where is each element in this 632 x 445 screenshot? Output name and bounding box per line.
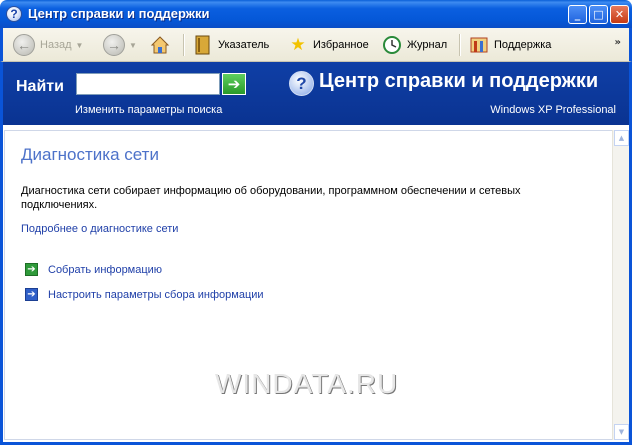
index-label: Указатель	[218, 39, 270, 51]
support-button[interactable]: Поддержка	[468, 31, 551, 59]
edition-label: Windows XP Professional	[490, 104, 616, 116]
back-arrow-icon: ←	[13, 34, 35, 56]
blue-arrow-icon: ➔	[25, 288, 38, 301]
toolbar-separator	[459, 34, 461, 56]
window-title: Центр справки и поддержки	[28, 6, 210, 21]
home-icon	[149, 34, 171, 56]
content-pane: Диагностика сети Диагностика сети собира…	[4, 130, 612, 440]
arrow-right-icon: ➔	[227, 75, 241, 93]
scroll-up-icon[interactable]: ▲	[614, 130, 629, 146]
back-label: Назад	[40, 39, 72, 51]
task-label: Настроить параметры сбора информации	[48, 288, 264, 301]
back-button[interactable]: ← Назад ▼	[13, 31, 83, 59]
search-go-button[interactable]: ➔	[222, 73, 246, 95]
search-label: Найти	[16, 78, 64, 95]
configure-collection-task[interactable]: ➔ Настроить параметры сбора информации	[25, 288, 264, 301]
support-icon	[468, 34, 490, 56]
search-input[interactable]	[76, 73, 220, 95]
favorites-label: Избранное	[313, 39, 369, 51]
close-button[interactable]: ✕	[610, 5, 629, 24]
green-arrow-icon: ➔	[25, 263, 38, 276]
index-button[interactable]: Указатель	[192, 31, 269, 59]
collect-info-task[interactable]: ➔ Собрать информацию	[25, 263, 162, 276]
more-info-link[interactable]: Подробнее о диагностике сети	[21, 223, 178, 235]
vertical-scrollbar[interactable]: ▲ ▼	[612, 130, 629, 440]
clock-icon	[381, 34, 403, 56]
minimize-button[interactable]: _	[568, 5, 587, 24]
center-title: Центр справки и поддержки	[319, 70, 599, 92]
toolbar-overflow-icon[interactable]: »	[615, 37, 621, 48]
scroll-down-icon[interactable]: ▼	[614, 424, 629, 440]
book-icon	[192, 34, 214, 56]
page-title: Диагностика сети	[21, 145, 159, 164]
maximize-button[interactable]: □	[589, 5, 608, 24]
toolbar-separator	[183, 34, 185, 56]
chevron-down-icon[interactable]: ▼	[76, 41, 84, 50]
content-area: Диагностика сети Диагностика сети собира…	[0, 125, 632, 445]
favorites-button[interactable]: ★ Избранное	[287, 31, 369, 59]
watermark: WINDATA.RU	[215, 368, 399, 399]
history-button[interactable]: Журнал	[381, 31, 447, 59]
search-header: Найти ➔ Изменить параметры поиска ? Цент…	[0, 62, 632, 125]
task-label: Собрать информацию	[48, 263, 163, 276]
search-options-link[interactable]: Изменить параметры поиска	[75, 104, 222, 116]
star-icon: ★	[290, 35, 306, 54]
help-logo-icon: ?	[289, 71, 314, 96]
help-icon[interactable]: ?	[6, 6, 22, 22]
support-label: Поддержка	[494, 39, 552, 51]
forward-button[interactable]: → ▼	[103, 31, 137, 59]
history-label: Журнал	[407, 39, 448, 51]
toolbar: ← Назад ▼ → ▼ Указатель ★ Избранное Журн…	[0, 28, 632, 62]
title-bar: ? Центр справки и поддержки _ □ ✕	[0, 0, 632, 28]
home-button[interactable]	[149, 31, 175, 59]
forward-arrow-icon: →	[103, 34, 125, 56]
chevron-down-icon[interactable]: ▼	[129, 41, 137, 50]
description-text: Диагностика сети собирает информацию об …	[21, 185, 521, 211]
